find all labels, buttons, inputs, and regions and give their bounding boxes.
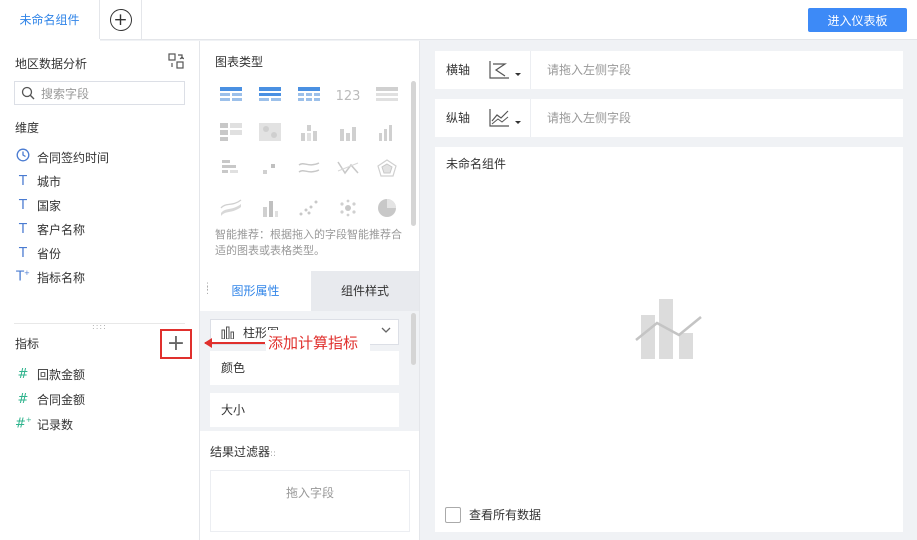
kpi-number-icon[interactable]: 123 (335, 85, 361, 107)
dimension-field-label: 合同签约时间 (37, 150, 110, 165)
view-all-data-label: 查看所有数据 (469, 508, 542, 522)
properties-scrollbar[interactable] (411, 313, 416, 365)
add-calculated-measure-button[interactable]: + (160, 329, 192, 359)
measures-label: 指标 (15, 337, 40, 351)
number-calc-field-icon: #+ (15, 416, 32, 432)
component-tab[interactable]: 未命名组件 (0, 0, 100, 41)
column-chart-icon (221, 326, 234, 339)
view-all-data-checkbox[interactable] (445, 506, 461, 523)
switch-dataset-icon[interactable] (168, 53, 184, 69)
dataset-title: 地区数据分析 (15, 57, 88, 71)
view-all-data-option[interactable]: 查看所有数据 (445, 506, 541, 523)
chart-config-panel: 图表类型 123 智能推荐：根据拖入的字段智能推荐合适的图表或表格类型。 图形属… (200, 41, 420, 540)
result-filter-title: 结果过滤器:: (210, 443, 276, 460)
empty-chart-icon (635, 299, 702, 359)
detail-table-icon[interactable] (296, 85, 322, 107)
grouped-table-icon[interactable] (218, 121, 244, 143)
dimension-field-label: 城市 (37, 174, 62, 189)
heatmap-icon[interactable] (257, 121, 283, 143)
dimension-field-label: 指标名称 (37, 270, 86, 285)
top-bar: 未命名组件 + 进入仪表板 (0, 0, 917, 41)
annotation-arrow (204, 338, 265, 348)
text-calc-field-icon: T+ (16, 269, 30, 285)
enter-dashboard-button[interactable]: 进入仪表板 (808, 8, 907, 32)
text-field-icon: T (19, 221, 27, 237)
scatter-chart-icon[interactable] (296, 197, 322, 219)
line-chart-icon[interactable] (296, 157, 322, 179)
component-title[interactable]: 未命名组件 (446, 155, 506, 172)
text-chart-icon[interactable] (374, 85, 400, 107)
x-axis-row: 横轴 请拖入左侧字段 (435, 51, 903, 89)
dimension-field-label: 省份 (37, 246, 62, 261)
text-field-icon: T (19, 173, 27, 189)
measure-field[interactable]: # 回款金额 (15, 364, 85, 384)
scatter-small-icon[interactable] (257, 157, 283, 179)
search-placeholder: 搜索字段 (41, 86, 90, 101)
measure-field-label: 合同金额 (37, 392, 86, 407)
tab-graphic-properties[interactable]: 图形属性 (200, 271, 311, 311)
search-icon (21, 86, 35, 100)
y-axis-label: 纵轴 (446, 111, 471, 125)
number-field-icon: # (17, 366, 29, 382)
annotation-text: 添加计算指标 (266, 330, 370, 356)
measure-field-label: 记录数 (37, 417, 74, 432)
number-field-icon: # (17, 391, 29, 407)
dimension-field[interactable]: T+ 指标名称 (15, 267, 85, 287)
color-property[interactable]: 颜色 (210, 351, 399, 385)
measure-field-label: 回款金额 (37, 367, 86, 382)
axis-separator (530, 99, 531, 137)
drag-grip-icon: :: (270, 449, 277, 459)
measure-field[interactable]: # 合同金额 (15, 389, 85, 409)
smart-recommend-hint: 智能推荐：根据拖入的字段智能推荐合适的图表或表格类型。 (215, 228, 402, 257)
dimensions-label: 维度 (15, 121, 40, 135)
dimension-field[interactable]: T 国家 (15, 195, 61, 215)
cross-table-icon[interactable] (257, 85, 283, 107)
chevron-down-icon (380, 324, 392, 339)
plus-circle-icon: + (109, 9, 132, 31)
chart-editor-area: 横轴 请拖入左侧字段 纵轴 请拖入左侧字段 未命名组件 查看所有数据 (421, 41, 917, 540)
range-line-icon[interactable] (335, 157, 361, 179)
tab-component-style[interactable]: 组件样式 (311, 271, 419, 311)
dimension-field[interactable]: T 客户名称 (15, 219, 85, 239)
add-tab-button[interactable]: + (100, 0, 142, 40)
bubble-chart-icon[interactable] (335, 197, 361, 219)
dimension-field[interactable]: T 城市 (15, 171, 61, 191)
clock-icon (15, 148, 31, 166)
dimension-field[interactable]: T 省份 (15, 243, 61, 263)
stacked-bar-icon[interactable] (257, 197, 283, 219)
pie-chart-icon[interactable] (374, 197, 400, 219)
axis-separator (530, 51, 531, 89)
y-axis-drop-zone[interactable]: 请拖入左侧字段 (547, 99, 631, 137)
table-chart-icon[interactable] (218, 85, 244, 107)
measure-field[interactable]: #+ 记录数 (15, 414, 73, 434)
x-axis-type-icon[interactable] (487, 59, 523, 81)
dimension-field-label: 国家 (37, 198, 62, 213)
column-chart-icon[interactable] (335, 121, 361, 143)
area-chart-icon[interactable] (218, 197, 244, 219)
dimension-field-label: 客户名称 (37, 222, 86, 237)
field-search-input[interactable]: 搜索字段 (14, 81, 185, 105)
resize-handle[interactable]: :::: (92, 323, 107, 331)
chart-type-title: 图表类型 (215, 55, 264, 69)
y-axis-row: 纵轴 请拖入左侧字段 (435, 99, 903, 137)
size-property[interactable]: 大小 (210, 393, 399, 427)
x-axis-drop-zone[interactable]: 请拖入左侧字段 (547, 51, 631, 89)
x-axis-label: 横轴 (446, 63, 471, 77)
chart-type-scrollbar[interactable] (411, 81, 416, 226)
chart-canvas: 未命名组件 查看所有数据 (435, 147, 903, 532)
dimension-field[interactable]: 合同签约时间 (15, 147, 109, 167)
filter-drop-zone[interactable]: 拖入字段 (210, 470, 410, 532)
bar-chart-icon[interactable] (218, 157, 244, 179)
radar-chart-icon[interactable] (374, 157, 400, 179)
field-panel: 地区数据分析 搜索字段 维度 合同签约时间 T 城市 T 国家 T 客户名称 T… (0, 41, 200, 540)
drag-grip-icon[interactable]: ⋮ ⋮ (203, 283, 212, 296)
text-field-icon: T (19, 245, 27, 261)
text-field-icon: T (19, 197, 27, 213)
graphic-properties-area: 柱形图 颜色 大小 (200, 311, 419, 431)
property-tabs: 图形属性 ⋮ ⋮ 组件样式 (200, 271, 419, 311)
multi-column-icon[interactable] (374, 121, 400, 143)
y-axis-type-icon[interactable] (487, 107, 523, 129)
result-filter-label: 结果过滤器 (210, 445, 271, 459)
stacked-column-icon[interactable] (296, 121, 322, 143)
